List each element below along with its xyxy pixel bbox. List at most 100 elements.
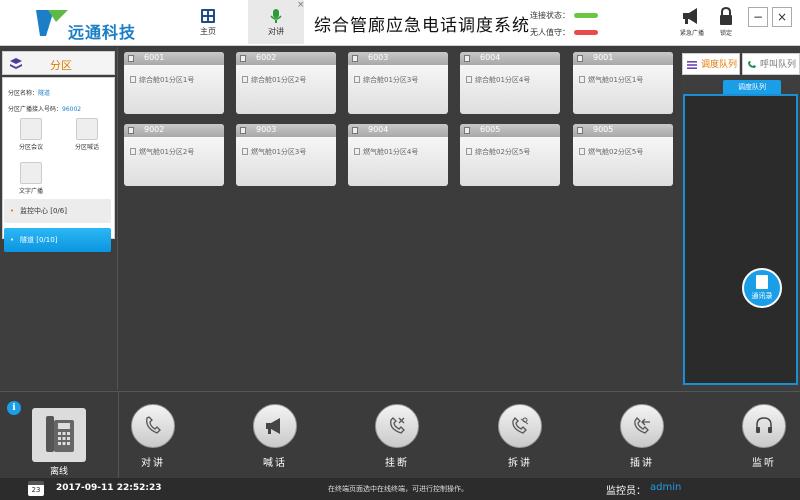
nav-tab-intercom-label: 对讲 [268,27,284,36]
list-icon [687,61,697,69]
lock-button[interactable]: 锁定 [708,6,744,37]
terminal-number: 6004 [480,53,501,62]
nav-tab-home[interactable]: 主页 [180,0,236,44]
split-label: 拆讲 [508,458,532,469]
speaker-icon [76,118,98,140]
terminal-card[interactable]: 6003 综合舱01分区3号 [348,52,448,114]
close-button[interactable]: × [772,7,792,27]
zone-broadcast-number-value: 96002 [62,106,82,113]
status-bar: 23 2017-09-11 22:52:23 在终端页面选中在线终端，可进行控制… [0,478,800,500]
intercom-button[interactable]: 对讲 [129,404,177,469]
terminal-card-header: 9005 [573,124,673,137]
zone-meeting-label: 分区会议 [18,144,43,151]
minimize-button[interactable]: − [748,7,768,27]
tab-close-icon[interactable]: × [297,0,305,10]
terminal-icon [577,55,583,62]
terminal-card[interactable]: 9004 燃气舱01分区4号 [348,124,448,186]
connection-status: 连接状态： [530,10,598,21]
device-icon [579,76,585,83]
terminal-card[interactable]: 6002 综合舱01分区2号 [236,52,336,114]
terminal-grid: 6001 综合舱01分区1号 6002 综合舱01分区2号 6003 综合舱01… [119,47,680,390]
logo: 远通科技 [34,4,144,42]
lock-icon [720,6,732,25]
terminal-name: 综合舱02分区5号 [466,147,530,157]
terminal-name-text: 燃气舱01分区2号 [139,148,195,156]
emergency-broadcast-label: 紧急广播 [679,30,704,37]
terminal-number: 6005 [480,125,501,134]
zone-broadcast-number-label: 分区广播接入号码： [8,106,63,113]
zone-header[interactable]: 分区 [2,51,115,75]
handset-icon [146,416,161,434]
terminal-number: 6003 [368,53,389,62]
device-icon [130,148,136,155]
logo-mark-icon [36,10,68,36]
split-circle [498,404,542,448]
shout-circle [253,404,297,448]
group-item-label: 隧道 [0/10] [20,236,58,244]
terminal-card-header: 9002 [124,124,224,137]
dispatch-queue-list[interactable] [683,94,798,385]
terminal-icon [352,55,358,62]
bullet-icon: • [10,236,15,244]
terminal-icon [464,127,470,134]
terminal-number: 9002 [144,125,165,134]
bullet-icon: • [10,207,15,215]
terminal-name: 综合舱01分区3号 [354,75,418,85]
terminal-name-text: 燃气舱01分区1号 [588,76,644,84]
terminal-card[interactable]: 9002 燃气舱01分区2号 [124,124,224,186]
terminal-card[interactable]: 6001 综合舱01分区1号 [124,52,224,114]
emergency-broadcast-button[interactable]: 紧急广播 [674,6,710,37]
monitor-listen-button[interactable]: 监听 [740,404,788,469]
bottom-toolbar: i 离线 对讲 喊话 挂断 拆讲 插讲 监听 [0,391,800,478]
monitor-listen-label: 监听 [752,458,776,469]
shout-button[interactable]: 喊话 [251,404,299,469]
terminal-name-text: 燃气舱02分区5号 [588,148,644,156]
terminal-name-text: 综合舱01分区3号 [363,76,419,84]
terminal-name: 综合舱01分区4号 [466,75,530,85]
logo-text: 远通科技 [68,23,137,42]
split-button[interactable]: 拆讲 [496,404,544,469]
terminal-icon [464,55,470,62]
text-broadcast-label: 文字广播 [18,188,43,195]
group-item-label: 监控中心 [0/6] [20,207,67,215]
zone-meeting-button[interactable]: 分区会议 [11,118,51,151]
megaphone-icon [683,8,697,24]
zone-shout-button[interactable]: 分区喊话 [67,118,107,151]
group-item-monitor-center[interactable]: • 监控中心 [0/6] [4,199,111,223]
terminal-name-text: 燃气舱01分区4号 [363,148,419,156]
barge-in-circle [620,404,664,448]
device-icon [130,76,136,83]
megaphone-icon [266,418,280,434]
info-icon[interactable]: i [7,401,21,415]
dispatch-queue-subtab[interactable]: 调度队列 [723,80,781,94]
headset-icon [756,417,772,433]
barge-in-icon [634,416,650,434]
device-icon [466,148,472,155]
hangup-button[interactable]: 挂断 [373,404,421,469]
intercom-label: 对讲 [141,458,165,469]
terminal-icon [352,127,358,134]
lock-label: 锁定 [719,30,732,37]
terminal-number: 9001 [593,53,614,62]
terminal-card[interactable]: 6004 综合舱01分区4号 [460,52,560,114]
terminal-card[interactable]: 9003 燃气舱01分区3号 [236,124,336,186]
terminal-card[interactable]: 9005 燃气舱02分区5号 [573,124,673,186]
group-item-tunnel[interactable]: • 隧道 [0/10] [4,228,111,252]
barge-in-button[interactable]: 插讲 [618,404,666,469]
terminal-name-text: 综合舱01分区2号 [251,76,307,84]
unattended-status: 无人值守： [530,27,598,38]
contacts-button[interactable]: 通讯录 [742,268,782,308]
tab-call-queue[interactable]: 呼叫队列 [742,53,800,75]
right-panel: 调度队列 呼叫队列 调度队列 [681,47,800,390]
left-panel: 分区 分区名称：隧道 分区广播接入号码：96002 分区会议 分区喊话 文字广播… [0,47,118,390]
nav-tab-intercom[interactable]: 对讲 [248,0,304,44]
calendar-icon: 23 [28,481,44,496]
unattended-status-indicator [574,30,598,35]
text-broadcast-button[interactable]: 文字广播 [11,162,51,195]
terminal-card[interactable]: 6005 综合舱02分区5号 [460,124,560,186]
tab-dispatch-queue[interactable]: 调度队列 [682,53,740,75]
zone-name-label: 分区名称： [8,90,39,97]
terminal-number: 9004 [368,125,389,134]
terminal-card[interactable]: 9001 燃气舱01分区1号 [573,52,673,114]
unattended-status-label: 无人值守： [530,28,570,37]
